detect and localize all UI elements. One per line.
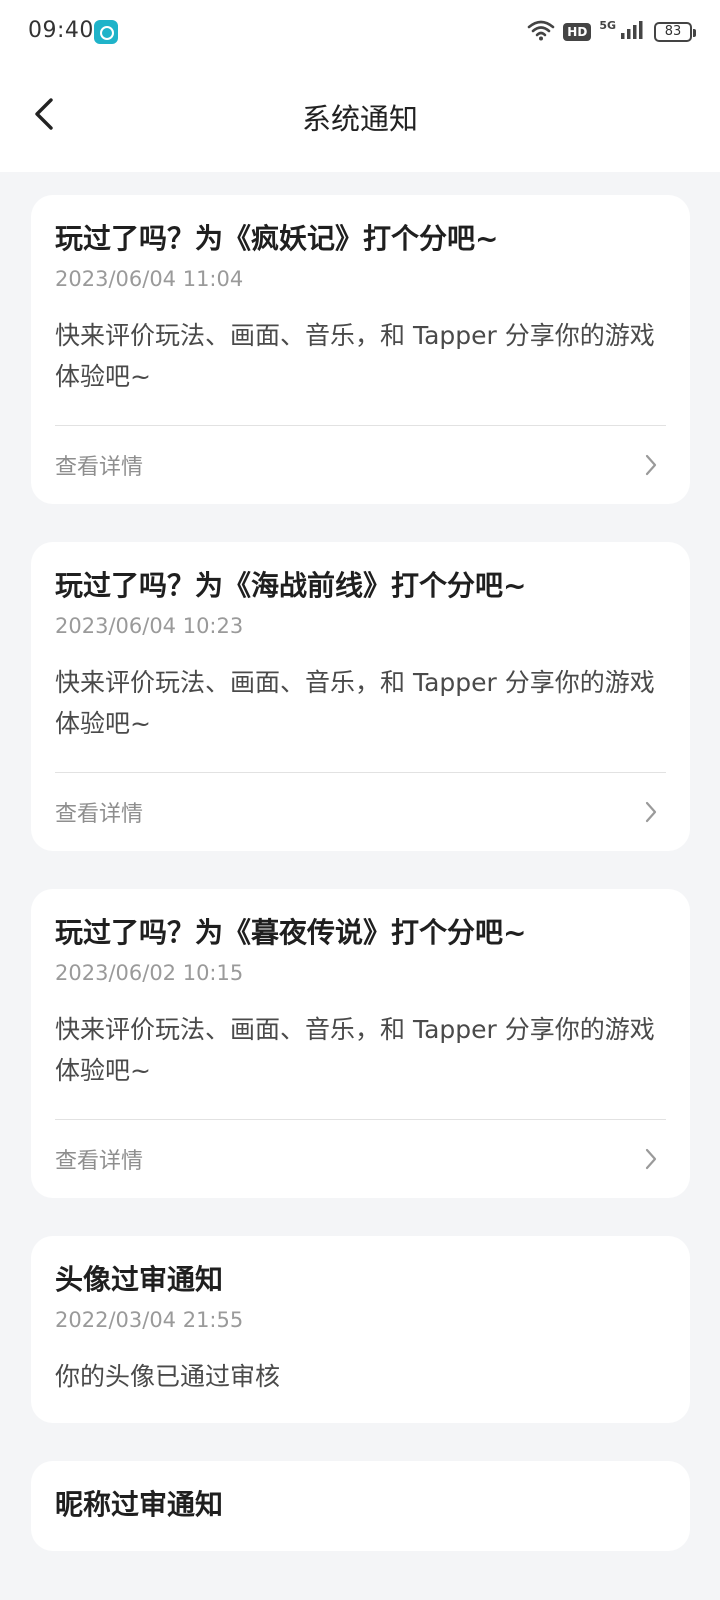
notification-body: 快来评价玩法、画面、音乐，和 Tapper 分享你的游戏体验吧~ (55, 668, 655, 738)
network-type: 5G (599, 18, 616, 32)
view-details-button[interactable]: 查看详情 (55, 1119, 666, 1198)
notification-title: 玩过了吗？为《疯妖记》打个分吧~ (55, 222, 499, 255)
notification-card: 头像过审通知 2022/03/04 21:55 你的头像已通过审核 (31, 1236, 690, 1423)
notification-title: 玩过了吗？为《海战前线》打个分吧~ (55, 569, 527, 602)
view-details-label: 查看详情 (55, 455, 144, 480)
notification-card: 玩过了吗？为《暮夜传说》打个分吧~ 2023/06/02 10:15 快来评价玩… (31, 889, 690, 1198)
notification-time: 2023/06/04 10:23 (55, 614, 244, 638)
page-title: 系统通知 (301, 102, 418, 136)
notification-body: 你的头像已通过审核 (55, 1362, 281, 1391)
signal-bars-icon (620, 20, 646, 44)
status-indicators: HD 5G 83 (527, 18, 696, 46)
notification-list: 玩过了吗？为《疯妖记》打个分吧~ 2023/06/04 11:04 快来评价玩法… (31, 195, 690, 1589)
chevron-right-icon (640, 801, 662, 823)
notification-title: 玩过了吗？为《暮夜传说》打个分吧~ (55, 916, 527, 949)
notification-card: 昵称过审通知 (31, 1461, 690, 1551)
wifi-icon (527, 19, 555, 45)
notification-card: 玩过了吗？为《海战前线》打个分吧~ 2023/06/04 10:23 快来评价玩… (31, 542, 690, 851)
view-details-label: 查看详情 (55, 1149, 144, 1174)
status-time: 09:40 (28, 18, 94, 43)
view-details-button[interactable]: 查看详情 (55, 425, 666, 504)
status-bar: 09:40 HD 5G 83 (0, 0, 720, 64)
notification-card: 玩过了吗？为《疯妖记》打个分吧~ 2023/06/04 11:04 快来评价玩法… (31, 195, 690, 504)
chevron-right-icon (640, 1148, 662, 1170)
notification-title: 昵称过审通知 (55, 1488, 224, 1521)
view-details-button[interactable]: 查看详情 (55, 772, 666, 851)
notification-time: 2023/06/04 11:04 (55, 267, 244, 291)
battery-icon: 83 (654, 22, 696, 42)
view-details-label: 查看详情 (55, 802, 144, 827)
nav-bar: 系统通知 (0, 64, 720, 172)
notification-body: 快来评价玩法、画面、音乐，和 Tapper 分享你的游戏体验吧~ (55, 1015, 655, 1085)
notification-title: 头像过审通知 (55, 1263, 224, 1296)
hd-badge: HD (563, 23, 592, 41)
notification-time: 2023/06/02 10:15 (55, 961, 244, 985)
app-notification-icon (94, 20, 118, 44)
chevron-right-icon (640, 454, 662, 476)
notification-time: 2022/03/04 21:55 (55, 1308, 244, 1332)
notification-body: 快来评价玩法、画面、音乐，和 Tapper 分享你的游戏体验吧~ (55, 321, 655, 391)
